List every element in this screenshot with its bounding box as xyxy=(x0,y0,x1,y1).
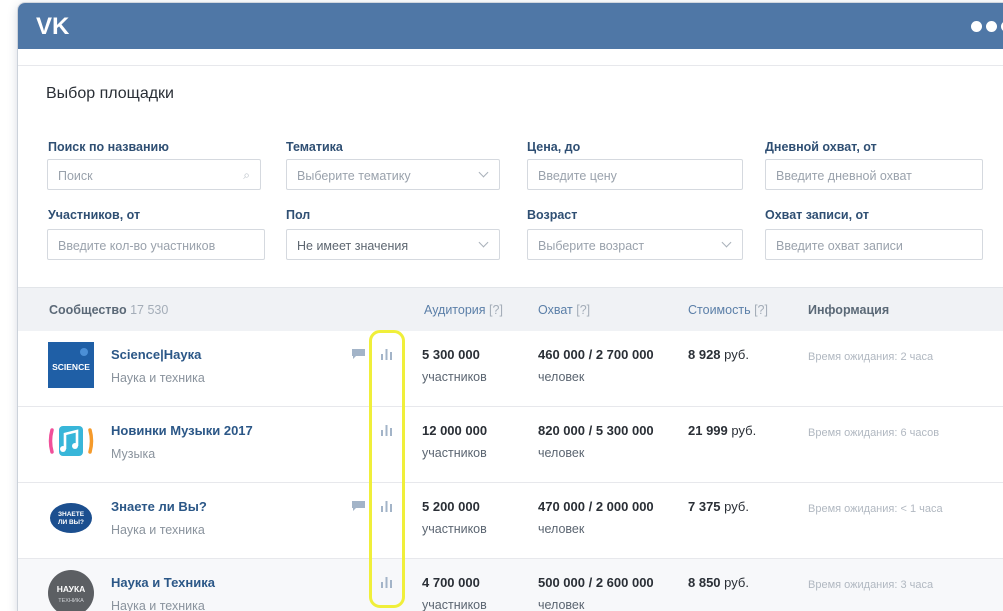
community-category: Наука и техника xyxy=(111,371,205,385)
audience-unit: участников xyxy=(422,522,487,536)
table-row[interactable]: Новинки Музыки 2017 Музыка 12 000 000 уч… xyxy=(18,407,1003,483)
more-dots-icon[interactable] xyxy=(971,21,1003,32)
community-category: Наука и техника xyxy=(111,523,205,537)
community-name[interactable]: Знаете ли Вы? xyxy=(111,499,207,514)
avatar[interactable]: НАУКА ТЕХНИКА xyxy=(48,570,94,611)
members-input[interactable]: Введите кол-во участников xyxy=(47,229,265,260)
audience-value: 5 200 000 xyxy=(422,499,480,514)
header-cost[interactable]: Стоимость [?] xyxy=(688,303,768,317)
audience-value: 5 300 000 xyxy=(422,347,480,362)
price-value: 8 928 руб. xyxy=(688,347,749,362)
search-input[interactable]: Поиск ⌕ xyxy=(47,159,261,190)
highlight-frame xyxy=(369,330,405,608)
svg-text:VK: VK xyxy=(36,15,70,37)
community-name[interactable]: Наука и Техника xyxy=(111,575,215,590)
svg-text:НАУКА: НАУКА xyxy=(57,584,86,594)
reach-unit: человек xyxy=(538,370,585,384)
topic-label: Тематика xyxy=(286,140,343,154)
svg-text:ЛИ ВЫ?: ЛИ ВЫ? xyxy=(58,519,84,526)
audience-unit: участников xyxy=(422,598,487,611)
price-input[interactable]: Введите цену xyxy=(527,159,743,190)
post-reach-input[interactable]: Введите охват записи xyxy=(765,229,983,260)
wait-time: Время ожидания: 2 часа xyxy=(808,351,934,363)
table-row[interactable]: SCIENCE Science|Наука Наука и техника 5 … xyxy=(18,331,1003,407)
table-row[interactable]: НАУКА ТЕХНИКА Наука и Техника Наука и те… xyxy=(18,559,1003,611)
chevron-down-icon xyxy=(478,237,489,248)
wait-time: Время ожидания: 3 часа xyxy=(808,579,934,591)
svg-text:ТЕХНИКА: ТЕХНИКА xyxy=(58,598,84,604)
community-name[interactable]: Новинки Музыки 2017 xyxy=(111,423,253,438)
svg-text:ЗНАЕТЕ: ЗНАЕТЕ xyxy=(58,511,85,518)
search-icon: ⌕ xyxy=(243,168,250,182)
divider xyxy=(18,65,1003,66)
table-header: Сообщество 17 530 Аудитория [?] Охват [?… xyxy=(18,287,1003,331)
audience-unit: участников xyxy=(422,446,487,460)
price-value: 8 850 руб. xyxy=(688,575,749,590)
page-title: Выбор площадки xyxy=(46,85,174,102)
members-label: Участников, от xyxy=(48,208,141,222)
audience-value: 4 700 000 xyxy=(422,575,480,590)
price-value: 21 999 руб. xyxy=(688,423,757,438)
comment-icon[interactable] xyxy=(352,501,365,511)
wait-time: Время ожидания: < 1 часа xyxy=(808,503,943,515)
top-bar: VK xyxy=(18,3,1003,49)
app-window: VK Выбор площадки Поиск по названию Поис… xyxy=(18,3,1003,611)
avatar[interactable]: ЗНАЕТЕ ЛИ ВЫ? xyxy=(48,494,94,540)
avatar[interactable] xyxy=(48,418,94,464)
vk-logo[interactable]: VK xyxy=(36,15,80,37)
reach-unit: человек xyxy=(538,522,585,536)
reach-value: 500 000 / 2 600 000 xyxy=(538,575,654,590)
age-select[interactable]: Выберите возраст xyxy=(527,229,743,260)
community-category: Наука и техника xyxy=(111,599,205,611)
reach-unit: человек xyxy=(538,446,585,460)
header-community[interactable]: Сообщество 17 530 xyxy=(49,303,168,317)
price-value: 7 375 руб. xyxy=(688,499,749,514)
chevron-down-icon xyxy=(721,237,732,248)
header-audience[interactable]: Аудитория [?] xyxy=(424,303,503,317)
chevron-down-icon xyxy=(478,167,489,178)
gender-select[interactable]: Не имеет значения xyxy=(286,229,500,260)
header-info: Информация xyxy=(808,303,890,317)
reach-unit: человек xyxy=(538,598,585,611)
audience-value: 12 000 000 xyxy=(422,423,488,438)
avatar[interactable]: SCIENCE xyxy=(48,342,94,388)
community-category: Музыка xyxy=(111,447,156,461)
reach-value: 470 000 / 2 000 000 xyxy=(538,499,654,514)
header-reach[interactable]: Охват [?] xyxy=(538,303,590,317)
wait-time: Время ожидания: 6 часов xyxy=(808,427,940,439)
community-name[interactable]: Science|Наука xyxy=(111,347,201,362)
table-row[interactable]: ЗНАЕТЕ ЛИ ВЫ? Знаете ли Вы? Наука и техн… xyxy=(18,483,1003,559)
svg-text:SCIENCE: SCIENCE xyxy=(52,362,90,372)
audience-unit: участников xyxy=(422,370,487,384)
daily-reach-label: Дневной охват, от xyxy=(765,140,877,154)
reach-value: 820 000 / 5 300 000 xyxy=(538,423,654,438)
community-count: 17 530 xyxy=(130,303,169,317)
post-reach-label: Охват записи, от xyxy=(765,208,870,222)
daily-reach-input[interactable]: Введите дневной охват xyxy=(765,159,983,190)
search-label: Поиск по названию xyxy=(48,140,169,154)
reach-value: 460 000 / 2 700 000 xyxy=(538,347,654,362)
age-label: Возраст xyxy=(527,208,578,222)
price-label: Цена, до xyxy=(527,140,581,154)
gender-label: Пол xyxy=(286,208,311,222)
comment-icon[interactable] xyxy=(352,349,365,359)
topic-select[interactable]: Выберите тематику xyxy=(286,159,500,190)
